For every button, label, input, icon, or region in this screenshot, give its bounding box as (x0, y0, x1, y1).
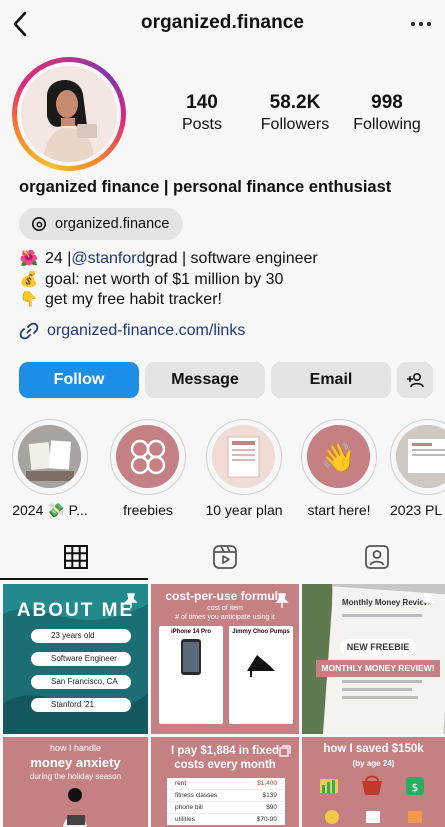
post-money-anxiety[interactable]: how I handle money anxiety during the ho… (3, 737, 148, 827)
posts-label: Posts (181, 116, 222, 133)
profile-link-text: organized-finance.com/links (47, 322, 246, 339)
highlight-label: 2023 PL (390, 502, 443, 518)
post-title: I pay $1,884 in fixed (170, 745, 280, 757)
freebies-icon (116, 425, 179, 488)
suggest-people-button[interactable] (397, 362, 433, 398)
post-line: during the holiday season (29, 772, 122, 781)
active-tab-indicator (0, 578, 148, 580)
post-saved-150k[interactable]: how I saved $150k (by age 24) $ (302, 737, 445, 827)
bio: 🌺 24 | @stanford grad | software enginee… (19, 249, 318, 311)
following-count: 998 (371, 92, 403, 113)
badge-monthly-review: MONTHLY MONEY REVIEW! (316, 660, 440, 677)
bio-mention-link[interactable]: @stanford (71, 249, 145, 270)
display-name: organized finance | personal finance ent… (19, 178, 392, 196)
threads-icon (32, 217, 46, 231)
person-with-laptop-illustration (63, 788, 87, 827)
highlight-label: 2024 💸 P... (12, 502, 88, 518)
post-cost-per-use[interactable]: cost-per-use formula cost of item # of t… (151, 584, 299, 734)
savings-icons: $ (320, 775, 424, 824)
post-line: how I handle (49, 743, 102, 753)
pin-icon (124, 593, 138, 608)
stat-following[interactable]: 998 Following (342, 92, 432, 134)
svg-text:👋: 👋 (321, 442, 356, 474)
bio-line1-pre: 24 | (45, 250, 72, 267)
reels-tab-icon[interactable] (212, 544, 238, 570)
comparison-card-left: iPhone 14 Pro (159, 626, 223, 724)
svg-text:$: $ (412, 781, 419, 794)
email-button[interactable]: Email (271, 362, 391, 398)
profile-avatar[interactable] (12, 57, 126, 171)
message-button[interactable]: Message (145, 362, 265, 398)
flower-icon: 🌺 (19, 250, 39, 267)
table-row: rent $1,400 (167, 778, 285, 790)
table-row: phone bill $90 (167, 802, 285, 814)
highlight-cover-image (18, 425, 81, 488)
post-subtitle: (by age 24) (352, 759, 395, 768)
post-about-me[interactable]: ABOUT ME 23 years old Software Engineer … (3, 584, 148, 734)
pointing-down-icon: 👇 (19, 291, 39, 308)
highlight-label: 10 year plan (205, 502, 283, 518)
post-subtitle: # of times you anticipate using it (175, 614, 275, 621)
post-title: costs every month (174, 759, 276, 771)
bio-line2: goal: net worth of $1 million by 30 (45, 270, 284, 288)
grid-tab-icon[interactable] (63, 544, 89, 570)
about-item: 23 years old (31, 629, 131, 643)
cost-table: rent $1,400 fitness classes $139 phone bil… (167, 778, 285, 825)
post-title: money anxiety (30, 755, 121, 770)
multiple-images-icon (279, 745, 291, 757)
post-new-freebie[interactable]: Monthly Money Review NEW FREEBIE MONTHLY… (302, 584, 445, 734)
highlight-start-here[interactable]: 👋 start here! (298, 419, 380, 518)
comparison-card-right: Jimmy Choo Pumps (229, 626, 293, 724)
top-bar: organized.finance (0, 0, 445, 50)
highlight-2024[interactable]: 2024 💸 P... (9, 419, 91, 519)
about-item: Software Engineer (31, 652, 131, 666)
highlight-label: start here! (307, 502, 371, 518)
add-person-icon (407, 372, 424, 388)
highlight-cover-image (212, 425, 275, 488)
bio-line1-post: grad | software engineer (145, 250, 318, 267)
table-row: fitness classes $139 (167, 790, 285, 802)
highlight-freebies[interactable]: freebies (107, 419, 189, 518)
posts-grid: ABOUT ME 23 years old Software Engineer … (0, 584, 445, 827)
stat-posts[interactable]: 140 Posts (155, 92, 249, 134)
highlight-label: freebies (123, 502, 173, 518)
heels-illustration (247, 655, 275, 677)
table-row: utilities $70-90 (175, 816, 277, 823)
followers-label: Followers (260, 116, 330, 133)
threads-badge[interactable]: organized.finance (19, 208, 183, 240)
pin-icon (275, 593, 289, 608)
posts-count: 140 (186, 92, 218, 113)
avatar-illustration (21, 66, 117, 162)
badge-new-freebie: NEW FREEBIE (340, 639, 416, 656)
about-item: San Francisco, CA (31, 675, 131, 689)
highlight-2023-pl[interactable]: 2023 PL (390, 419, 445, 518)
pin-icon (421, 593, 435, 608)
follow-button[interactable]: Follow (19, 362, 139, 398)
profile-username: organized.finance (140, 12, 305, 33)
highlight-10-year-plan[interactable]: 10 year plan (203, 419, 285, 518)
profile-link[interactable]: organized-finance.com/links (19, 321, 245, 341)
doc-title: Monthly Money Review (342, 598, 431, 607)
link-icon (19, 322, 39, 340)
about-item: Stanford '21 (31, 698, 131, 712)
money-bag-icon: 💰 (19, 270, 39, 288)
phone-illustration (181, 639, 201, 675)
profile-tabs (0, 540, 445, 580)
tagged-tab-icon[interactable] (364, 544, 390, 570)
stat-followers[interactable]: 58.2K Followers (247, 92, 343, 134)
waving-hand-icon: 👋 (307, 425, 370, 488)
post-title: how I saved $150k (323, 743, 424, 755)
followers-count: 58.2K (269, 92, 321, 113)
following-label: Following (353, 116, 421, 133)
bio-line3: get my free habit tracker! (45, 291, 222, 308)
highlight-cover-image (396, 425, 445, 488)
post-fixed-costs[interactable]: I pay $1,884 in fixed costs every month … (151, 737, 299, 827)
threads-handle: organized.finance (55, 216, 170, 232)
more-options-icon[interactable] (411, 22, 431, 26)
